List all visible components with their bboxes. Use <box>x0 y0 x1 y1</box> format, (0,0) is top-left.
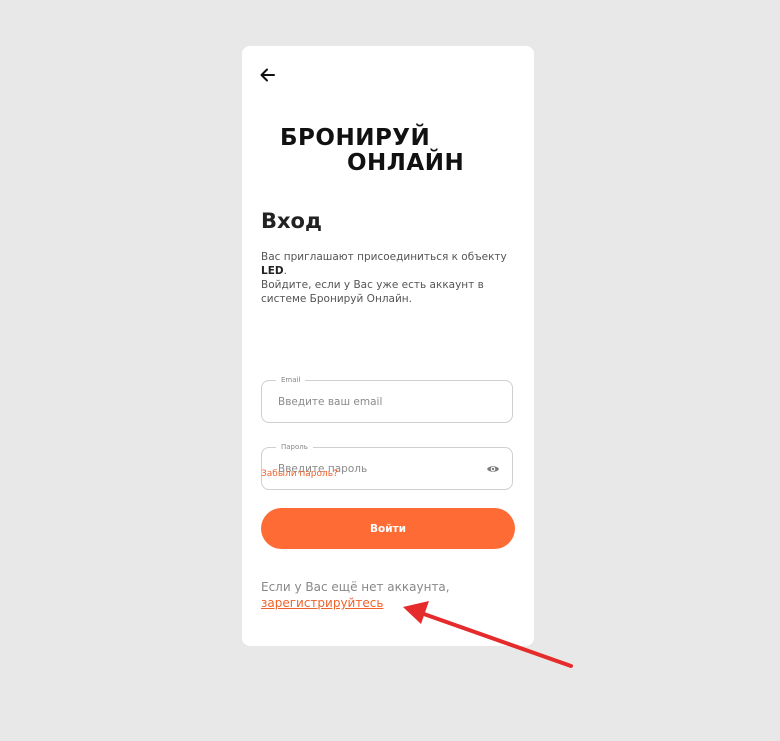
brand-logo-line1: БРОНИРУЙ <box>280 125 431 151</box>
email-input[interactable] <box>278 392 478 412</box>
object-name: LED <box>261 265 284 277</box>
arrow-left-icon <box>260 68 275 82</box>
register-link[interactable]: зарегистрируйтесь <box>261 596 383 610</box>
back-button[interactable] <box>258 65 278 85</box>
brand-logo-line2: ОНЛАЙН <box>347 150 465 176</box>
password-label: Пароль <box>276 441 313 453</box>
email-field[interactable]: Email <box>261 374 513 423</box>
login-card: БРОНИРУЙ ОНЛАЙН Вход Вас приглашают прис… <box>242 46 534 646</box>
invite-text: Вас приглашают присоединиться к объекту <box>261 251 507 263</box>
forgot-password-link[interactable]: Забыли пароль? <box>261 469 338 479</box>
eye-icon[interactable] <box>486 461 500 475</box>
invite-description: Вас приглашают присоединиться к объекту … <box>261 250 511 306</box>
red-arrow-icon <box>403 601 573 668</box>
email-label: Email <box>276 374 306 386</box>
page-title: Вход <box>261 209 322 233</box>
login-button[interactable]: Войти <box>261 508 515 549</box>
invite-suffix: . <box>283 265 287 277</box>
login-hint: Войдите, если у Вас уже есть аккаунт в с… <box>261 279 484 305</box>
brand-logo: БРОНИРУЙ ОНЛАЙН <box>280 126 500 182</box>
no-account-text: Если у Вас ещё нет аккаунта, <box>261 580 450 594</box>
